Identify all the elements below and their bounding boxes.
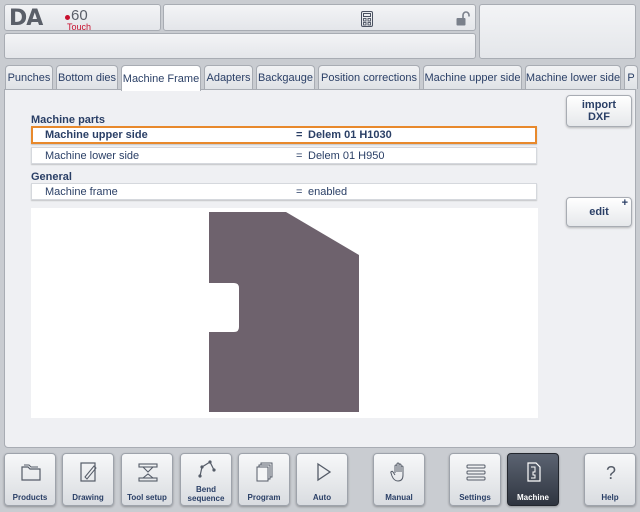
settings-list-icon [466,464,486,481]
tab-bottom-dies[interactable]: Bottom dies [56,65,118,89]
row-machine-upper-side[interactable]: Machine upper side = Delem 01 H1030 [31,126,537,144]
machine-icon [527,462,541,482]
folder-icon [21,464,41,481]
tab-punches[interactable]: Punches [5,65,53,89]
row-machine-lower-side[interactable]: Machine lower side = Delem 01 H950 [31,147,537,164]
info-panel [479,4,636,59]
machine-frame-drawing [31,208,538,418]
nav-label: Bend sequence [187,485,225,503]
nav-drawing-button[interactable]: Drawing [62,453,114,506]
nav-label: Program [247,493,281,502]
help-icon: ? [606,463,616,483]
tab-machine-lower-side[interactable]: Machine lower side [525,65,621,89]
nav-auto-button[interactable]: Auto [296,453,348,506]
nav-label: Products [12,493,48,502]
unlock-icon[interactable] [456,11,470,26]
logo-dot [65,15,70,20]
row-value: Delem 01 H950 [308,150,385,162]
row-equals: = [296,186,303,198]
program-icon [256,462,273,482]
logo: DA 60 Touch [4,4,161,32]
row-equals: = [296,129,303,141]
nav-tool-setup-button[interactable]: Tool setup [121,453,173,506]
section-machine-parts: Machine parts [31,114,105,126]
frame-shape [209,212,359,412]
calculator-icon[interactable] [361,11,373,27]
section-general: General [31,171,72,183]
nav-label: Help [601,493,619,502]
tab-backgauge[interactable]: Backgauge [256,65,315,89]
logo-brand: DA [9,6,43,31]
status-bar [163,4,476,31]
tab-position-corrections[interactable]: Position corrections [318,65,420,89]
row-label: Machine frame [45,186,118,198]
nav-label: Settings [459,493,491,502]
nav-help-button[interactable]: ? Help [584,453,636,506]
row-label: Machine lower side [45,150,140,162]
nav-label: Manual [385,493,413,502]
row-machine-frame[interactable]: Machine frame = enabled [31,183,537,200]
svg-text:?: ? [606,463,616,483]
edit-button[interactable]: edit + [566,197,632,227]
nav-program-button[interactable]: Program [238,453,290,506]
nav-products-button[interactable]: Products [4,453,56,506]
nav-label: Tool setup [127,493,167,502]
row-label: Machine upper side [45,129,148,141]
nav-label: Auto [312,493,332,502]
bend-sequence-icon [198,460,216,478]
nav-manual-button[interactable]: Manual [373,453,425,506]
plus-icon: + [621,197,628,209]
nav-label: Drawing [72,493,104,502]
nav-label: Machine [516,493,549,502]
nav-settings-button[interactable]: Settings [449,453,501,506]
play-icon [317,462,332,482]
row-value: Delem 01 H1030 [308,129,392,141]
tab-machine-upper-side[interactable]: Machine upper side [423,65,522,89]
tool-setup-icon [138,463,158,482]
drawing-icon [80,462,97,482]
tab-machine-frame[interactable]: Machine Frame [121,65,201,91]
row-value: enabled [308,186,348,198]
machine-frame-panel: Machine parts Machine upper side = Delem… [4,89,636,448]
message-bar [4,33,476,59]
tab-more[interactable]: P [624,65,638,89]
hand-icon [390,462,404,482]
tab-adapters[interactable]: Adapters [204,65,253,89]
logo-touch: Touch [67,22,92,32]
import-dxf-button[interactable]: import DXF [566,95,632,127]
nav-machine-button[interactable]: Machine [507,453,559,506]
row-equals: = [296,150,303,162]
nav-bend-sequence-button[interactable]: Bend sequence [180,453,232,506]
